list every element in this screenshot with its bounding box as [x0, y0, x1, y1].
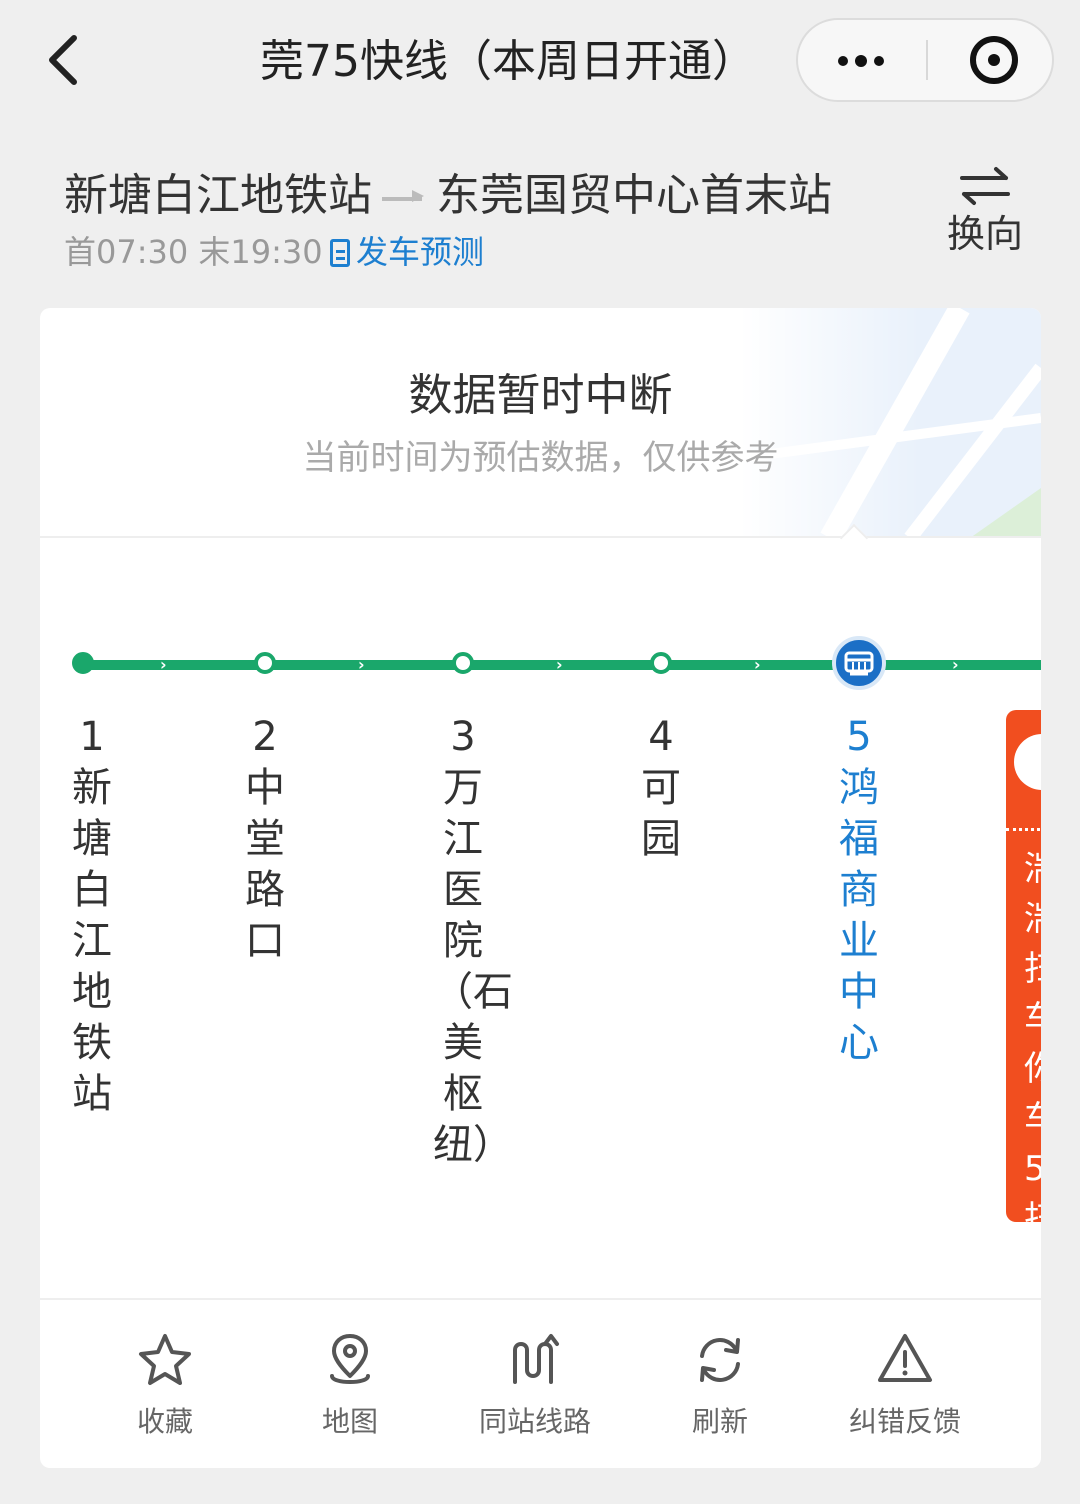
- more-icon[interactable]: [798, 20, 926, 100]
- document-icon: [330, 239, 350, 267]
- stop-name: 鸿福商业中心: [839, 765, 879, 1066]
- stop-number: 3: [450, 714, 476, 760]
- warning-icon: [878, 1334, 932, 1382]
- direction-chevron-icon: ›: [754, 655, 761, 674]
- direction-chevron-icon: ›: [160, 655, 167, 674]
- map-button[interactable]: 地图: [260, 1300, 440, 1468]
- swap-arrows-icon: [960, 167, 1010, 205]
- same-station-lines-button[interactable]: 同站线路: [445, 1300, 625, 1468]
- map-pin-icon: [330, 1334, 370, 1384]
- bottom-toolbar: 收藏 地图 同站线路 刷新 纠错反馈: [40, 1300, 1041, 1468]
- map-label: 地图: [321, 1405, 378, 1438]
- route-to: 东莞国贸中心首末站: [436, 170, 832, 221]
- back-icon[interactable]: [40, 30, 90, 90]
- nav-bar: 莞75快线（本周日开通）: [0, 0, 1080, 120]
- switch-direction-button[interactable]: 换向: [930, 160, 1040, 260]
- switch-direction-label: 换向: [946, 212, 1023, 256]
- route-lines-icon: [513, 1334, 559, 1384]
- refresh-button[interactable]: 刷新: [630, 1300, 810, 1468]
- stop-node: [452, 652, 474, 674]
- service-times: 首07:30 末19:30: [64, 233, 323, 271]
- stop-name: 中堂路口: [245, 765, 285, 964]
- stop-name: 可园: [641, 765, 681, 862]
- route-card: 数据暂时中断 当前时间为预估数据，仅供参考 › › › › › 1 新塘白江地铁…: [40, 308, 1041, 1468]
- stop-node-first: [72, 652, 94, 674]
- feedback-label: 纠错反馈: [848, 1405, 961, 1438]
- star-icon: [139, 1334, 191, 1385]
- stop-number: 5: [846, 714, 872, 760]
- stop-item-1[interactable]: 1 新塘白江地铁站: [62, 712, 122, 1120]
- stop-item-4[interactable]: 4 可园: [631, 712, 691, 865]
- route-from: 新塘白江地铁站: [64, 170, 372, 221]
- notice-subtitle: 当前时间为预估数据，仅供参考: [302, 438, 779, 478]
- direction-chevron-icon: ›: [556, 655, 563, 674]
- direction-chevron-icon: ›: [952, 655, 959, 674]
- favorite-button[interactable]: 收藏: [75, 1300, 255, 1468]
- current-stop-bus-icon: [832, 636, 886, 690]
- same-station-label: 同站线路: [478, 1405, 591, 1438]
- mini-program-capsule: [796, 18, 1054, 102]
- departure-predict-link[interactable]: 发车预测: [330, 228, 484, 276]
- stop-number: 4: [648, 714, 674, 760]
- refresh-icon: [700, 1338, 740, 1382]
- promo-badge-icon: [1014, 734, 1041, 790]
- predict-label: 发车预测: [356, 233, 485, 271]
- route-arrow-icon: [382, 194, 426, 202]
- stop-item-3[interactable]: 3 万江医院（石美枢纽）: [433, 712, 513, 1171]
- stop-name: 万江医院（石美枢纽）: [433, 765, 513, 1168]
- promo-text: 湍湍扫车你车5扫: [1024, 849, 1041, 1222]
- stop-node: [254, 652, 276, 674]
- notice-title: 数据暂时中断: [408, 370, 673, 421]
- page-title: 莞75快线（本周日开通）: [260, 36, 756, 87]
- stop-name: 新塘白江地铁站: [72, 765, 112, 1117]
- promo-dashed-divider: [1006, 828, 1041, 831]
- direction-chevron-icon: ›: [358, 655, 365, 674]
- side-promo-card[interactable]: 湍湍扫车你车5扫: [1006, 710, 1041, 1222]
- notice-divider: [40, 536, 1041, 538]
- feedback-button[interactable]: 纠错反馈: [815, 1300, 995, 1468]
- route-header: 新塘白江地铁站 东莞国贸中心首末站: [64, 166, 884, 226]
- favorite-label: 收藏: [136, 1405, 193, 1438]
- stop-number: 1: [79, 714, 105, 760]
- refresh-label: 刷新: [691, 1405, 748, 1438]
- stop-item-5[interactable]: 5 鸿福商业中心: [829, 712, 889, 1069]
- close-target-icon[interactable]: [928, 20, 1052, 100]
- stop-node: [650, 652, 672, 674]
- stop-number: 2: [252, 714, 278, 760]
- stop-item-2[interactable]: 2 中堂路口: [235, 712, 295, 967]
